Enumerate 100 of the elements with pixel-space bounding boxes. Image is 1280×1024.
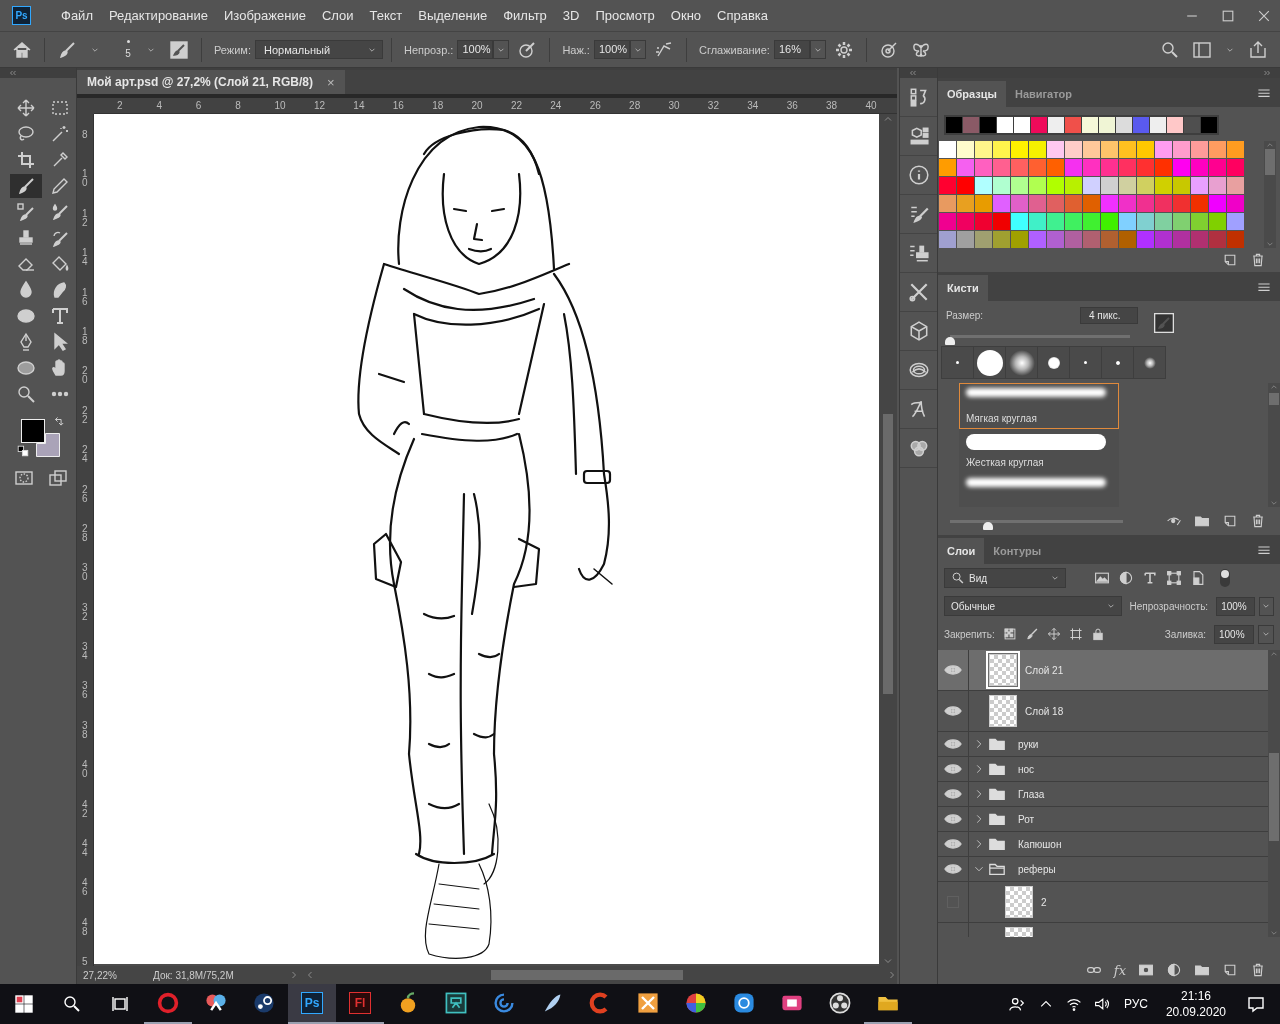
ruler-number: 40	[81, 760, 89, 782]
layer-name: нос	[1018, 763, 1035, 775]
mode-label: Режим:	[214, 43, 251, 56]
menu-item[interactable]: Редактирование	[100, 8, 216, 23]
ruler-number: 38	[826, 99, 839, 113]
layer-row[interactable]: Слой 18	[938, 691, 1268, 732]
panel-tab[interactable]: Кисти	[938, 275, 988, 301]
language-indicator[interactable]: РУС	[1123, 997, 1148, 1011]
mode-dropdown[interactable]: Нормальный	[255, 40, 383, 59]
flow-field[interactable]: 100%	[593, 40, 630, 59]
ruler-number: 24	[81, 445, 89, 467]
taskbar-button[interactable]: Ps	[288, 984, 336, 1024]
layer-row[interactable]: реферы	[938, 857, 1268, 882]
flow-label: Наж.:	[562, 43, 590, 56]
ruler-number: 8	[235, 99, 242, 113]
menu-item[interactable]: Изображение	[216, 8, 314, 23]
ruler-number: 44	[81, 839, 89, 861]
layer-name: Слой 18	[1025, 705, 1064, 717]
ruler-number: 8	[81, 130, 89, 142]
document-info: Док: 31,8M/75,2M	[153, 969, 235, 981]
layer-row[interactable]: Рот	[938, 807, 1268, 832]
menu-item[interactable]: 3D	[554, 8, 588, 23]
ruler-number: 12	[81, 208, 89, 230]
layer-name: руки	[1018, 738, 1039, 750]
layer-row[interactable]: Глаза	[938, 782, 1268, 807]
ruler-number: 46	[81, 878, 89, 900]
smoothing-field[interactable]: 16%	[773, 40, 810, 59]
ruler-number: 32	[81, 602, 89, 624]
lock-label: Закрепить:	[944, 628, 995, 640]
size-label: Размер:	[946, 310, 984, 321]
opacity-field[interactable]: 100%	[1216, 596, 1255, 616]
ruler-number: 30	[668, 99, 681, 113]
panel-tab[interactable]: Навигатор	[1005, 81, 1081, 107]
ruler-number: 32	[707, 99, 720, 113]
layer-name: Слой 21	[1025, 664, 1064, 676]
ruler-number: 14	[353, 99, 366, 113]
menu-item[interactable]: Слои	[313, 8, 362, 23]
blend-mode-dropdown[interactable]: Обычные	[944, 596, 1122, 616]
panel-tab[interactable]: Образцы	[938, 81, 1006, 107]
fill-label: Заливка:	[1164, 628, 1206, 640]
ruler-number: 40	[865, 99, 878, 113]
brush-preset[interactable]: Мягкая круглая	[959, 383, 1119, 429]
ruler-number: 12	[313, 99, 327, 113]
ruler-number: 24	[550, 99, 563, 113]
menu-item[interactable]: Просмотр	[587, 8, 663, 23]
filter-dropdown[interactable]: Вид	[944, 568, 1066, 588]
fill-field[interactable]: 100%	[1214, 624, 1254, 644]
app-logo: Ps	[12, 6, 31, 25]
ruler-number: 26	[589, 99, 602, 113]
ruler-number: 20	[81, 366, 89, 388]
menu-item[interactable]: Окно	[662, 8, 710, 23]
layer-name: Глаза	[1018, 788, 1045, 800]
ruler-number: 26	[81, 484, 89, 506]
ruler-number: 42	[81, 799, 89, 821]
ruler-number: 2	[117, 99, 124, 113]
brush-preset[interactable]: Жесткая круглая	[959, 429, 1119, 473]
panel-tab[interactable]: Слои	[938, 538, 985, 564]
ruler-number: 28	[629, 99, 642, 113]
layer-row[interactable]: Капюшон	[938, 832, 1268, 857]
ruler-number: 20	[471, 99, 484, 113]
taskbar-button[interactable]: Fl	[336, 984, 384, 1024]
smoothing-label: Сглаживание:	[698, 43, 770, 56]
menu-item[interactable]: Справка	[709, 8, 777, 23]
ruler-number: 30	[81, 563, 89, 585]
layer-name: Рот	[1018, 813, 1035, 825]
opacity-field[interactable]: 100%	[457, 40, 494, 59]
ruler-number: 10	[81, 169, 89, 191]
layer-name: Капюшон	[1018, 838, 1062, 850]
panel-tab[interactable]: Контуры	[984, 538, 1051, 564]
ruler-number: 28	[81, 523, 89, 545]
ruler-number: 18	[432, 99, 445, 113]
menu-item[interactable]: Фильтр	[495, 8, 555, 23]
brush-preset-picker[interactable]: 5	[119, 40, 137, 59]
menu-item[interactable]: Текст	[361, 8, 411, 23]
ruler-number: 22	[510, 99, 524, 113]
ruler-number: 16	[81, 287, 89, 309]
ruler-number: 36	[81, 681, 89, 703]
close-tab[interactable]: ×	[326, 74, 335, 90]
fx-button[interactable]: fx	[1113, 962, 1126, 978]
layer-row[interactable]: 2	[938, 882, 1268, 923]
layer-row[interactable]: нос	[938, 757, 1268, 782]
document-tab[interactable]: Мой арт.psd @ 27,2% (Слой 21, RGB/8) ×	[77, 70, 345, 94]
layer-row[interactable]: руки	[938, 732, 1268, 757]
size-field[interactable]: 4 пикс.	[1080, 307, 1138, 324]
clock-date[interactable]: 20.09.2020	[1165, 1004, 1226, 1020]
ruler-number: 6	[195, 99, 203, 113]
ruler-number: 4	[156, 99, 163, 113]
menu-item[interactable]: Выделение	[410, 8, 496, 23]
zoom-level[interactable]: 27,22%	[83, 969, 147, 981]
ruler-number: 38	[81, 720, 89, 742]
clock-time[interactable]: 21:16	[1180, 988, 1211, 1004]
ruler-number: 36	[786, 99, 799, 113]
ruler-number: 16	[392, 99, 405, 113]
layer-row[interactable]: Слой 21	[938, 650, 1268, 691]
ruler-number: 48	[81, 917, 89, 939]
layer-name: 2	[1041, 896, 1047, 908]
ruler-number: 34	[81, 642, 89, 664]
ruler-number: 18	[81, 326, 89, 348]
menu-item[interactable]: Файл	[53, 8, 101, 23]
ruler-number: 34	[747, 99, 760, 113]
